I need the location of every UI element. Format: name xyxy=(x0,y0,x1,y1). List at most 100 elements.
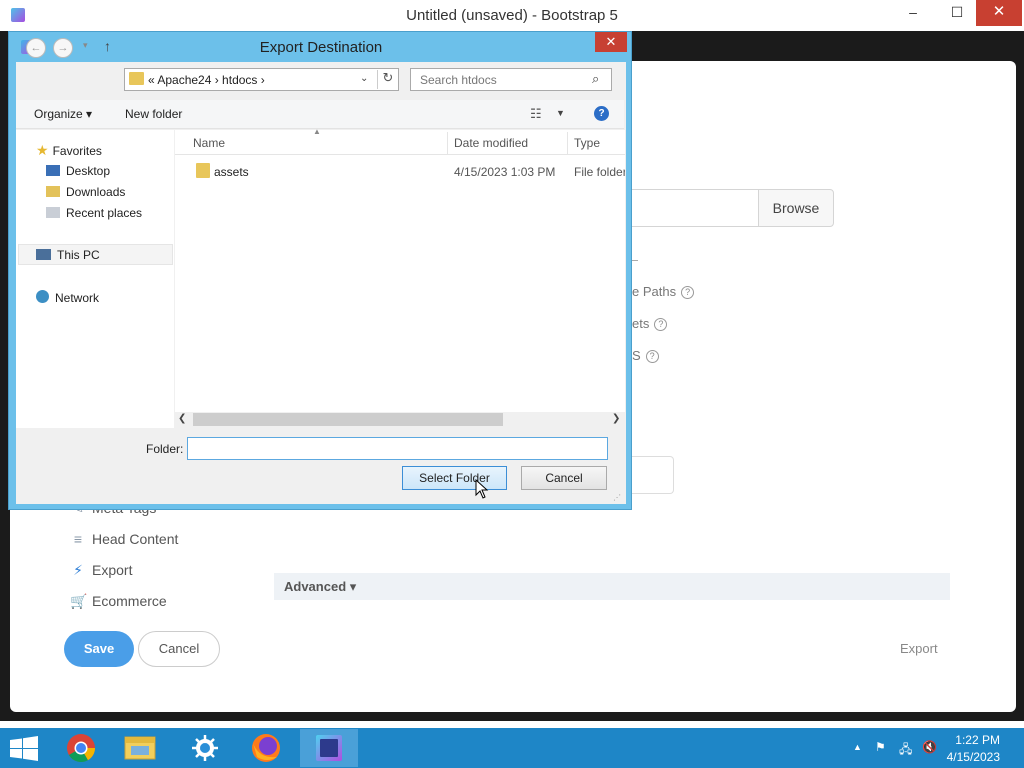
bootstrap-studio-icon xyxy=(316,735,342,761)
address-dropdown-icon[interactable]: ⌄ xyxy=(360,73,368,84)
sidebar-item-ecommerce[interactable]: 🛒 Ecommerce xyxy=(70,593,167,610)
file-explorer-icon xyxy=(124,736,156,760)
refresh-icon[interactable]: ↻ xyxy=(377,70,398,89)
bolt-icon: ⚡ xyxy=(73,562,83,578)
view-options-icon[interactable]: ☷ xyxy=(530,106,542,122)
taskbar-firefox[interactable] xyxy=(237,729,295,767)
desktop-icon xyxy=(46,165,60,176)
taskbar-chrome[interactable] xyxy=(52,729,110,767)
recent-locations-dropdown[interactable]: ▾ xyxy=(83,40,88,51)
sidebar-item-label: Head Content xyxy=(92,531,179,547)
help-icon[interactable]: ? xyxy=(594,106,609,121)
nav-label: Recent places xyxy=(66,206,143,220)
nav-label: Favorites xyxy=(52,144,102,158)
option-label: e Paths xyxy=(632,284,677,299)
advanced-section-bar[interactable] xyxy=(274,573,950,600)
help-icon[interactable]: ? xyxy=(654,318,668,332)
nav-item-recent-places[interactable]: Recent places xyxy=(46,206,142,220)
folder-input[interactable] xyxy=(187,437,608,460)
browse-button[interactable]: Browse xyxy=(758,189,834,227)
tray-expand-icon[interactable]: ▲ xyxy=(853,742,862,752)
save-button[interactable]: Save xyxy=(64,631,134,667)
help-icon[interactable]: ? xyxy=(681,286,695,300)
folder-icon xyxy=(129,72,144,85)
nav-label: Desktop xyxy=(66,164,111,178)
app-title: Untitled (unsaved) - Bootstrap 5 xyxy=(406,7,618,24)
sidebar-item-label: Export xyxy=(92,562,133,578)
view-dropdown-icon[interactable]: ▼ xyxy=(556,108,565,118)
nav-label: This PC xyxy=(57,248,100,262)
nav-item-desktop[interactable]: Desktop xyxy=(46,164,110,178)
file-name[interactable]: assets xyxy=(214,165,249,179)
option-css[interactable]: S? xyxy=(632,348,659,364)
option-label: S xyxy=(632,348,641,363)
export-path-input[interactable] xyxy=(630,189,758,227)
up-button[interactable]: ↑ xyxy=(104,38,111,54)
sort-ascending-icon: ▲ xyxy=(313,127,321,136)
advanced-label: Advanced xyxy=(284,579,347,594)
sidebar-item-export[interactable]: ⚡ Export xyxy=(70,562,132,579)
windows-start-icon[interactable] xyxy=(10,736,38,762)
taskbar-settings[interactable] xyxy=(176,729,234,767)
sidebar-item-head-content[interactable]: ≡ Head Content xyxy=(70,531,179,547)
cart-icon: 🛒 xyxy=(70,593,88,609)
scroll-right-arrow-icon[interactable]: ❯ xyxy=(612,413,620,424)
search-icon[interactable]: ⌕ xyxy=(592,71,599,87)
new-folder-button[interactable]: New folder xyxy=(125,107,182,121)
nav-label: Downloads xyxy=(66,185,126,199)
chrome-icon xyxy=(67,734,95,762)
column-separator[interactable] xyxy=(567,132,568,154)
clock-time[interactable]: 1:22 PM xyxy=(950,733,1000,747)
settings-icon xyxy=(192,735,218,761)
hidden-input-box[interactable] xyxy=(632,456,674,494)
search-placeholder: Search htdocs xyxy=(420,73,497,87)
scroll-left-arrow-icon[interactable]: ❮ xyxy=(178,413,186,424)
organize-menu[interactable]: Organize ▾ xyxy=(34,107,92,121)
option-label: ets xyxy=(632,316,650,331)
nav-label: Network xyxy=(55,291,100,305)
nav-item-downloads[interactable]: Downloads xyxy=(46,185,125,199)
dialog-close-button[interactable]: ✕ xyxy=(595,32,627,52)
taskbar-file-explorer[interactable] xyxy=(111,729,169,767)
app-close-button[interactable]: ✕ xyxy=(976,0,1022,26)
maximize-button[interactable]: ☐ xyxy=(940,0,974,26)
column-header-name[interactable]: Name xyxy=(193,136,225,150)
column-separator[interactable] xyxy=(447,132,448,154)
nav-item-this-pc[interactable]: This PC xyxy=(36,248,100,262)
back-button[interactable]: ← xyxy=(26,38,46,58)
firefox-icon xyxy=(252,734,280,762)
dialog-title: Export Destination xyxy=(259,39,383,56)
cancel-button[interactable]: Cancel xyxy=(138,631,220,667)
network-tray-icon[interactable]: 🖧 xyxy=(899,740,912,761)
resize-grip-icon[interactable]: ⋰ xyxy=(613,493,621,502)
star-icon: ★ xyxy=(36,142,49,158)
select-folder-button[interactable]: Select Folder xyxy=(402,466,507,490)
folder-icon xyxy=(196,163,210,178)
option-assets[interactable]: ets? xyxy=(632,316,668,332)
network-icon xyxy=(36,290,49,303)
file-type: File folder xyxy=(574,165,625,179)
column-header-type[interactable]: Type xyxy=(574,136,600,150)
nav-item-favorites[interactable]: ★ Favorites xyxy=(36,142,102,159)
clock-date[interactable]: 4/15/2023 xyxy=(930,750,1000,764)
divider xyxy=(632,260,638,261)
taskbar-bootstrap-studio[interactable] xyxy=(300,729,358,767)
action-center-flag-icon[interactable]: ⚑ xyxy=(875,740,886,754)
help-icon[interactable]: ? xyxy=(645,350,659,364)
nav-item-network[interactable]: Network xyxy=(36,290,99,305)
dialog-cancel-button[interactable]: Cancel xyxy=(521,466,607,490)
sidebar-item-label: Ecommerce xyxy=(92,593,167,609)
downloads-folder-icon xyxy=(46,186,60,197)
column-header-row xyxy=(175,130,625,155)
address-path[interactable]: « Apache24 › htdocs › xyxy=(148,73,265,87)
lines-icon: ≡ xyxy=(73,531,83,547)
advanced-toggle[interactable]: Advanced ▾ xyxy=(284,579,356,595)
minimize-button[interactable]: – xyxy=(896,0,930,26)
file-date: 4/15/2023 1:03 PM xyxy=(454,165,556,179)
option-relative-paths[interactable]: e Paths? xyxy=(632,284,695,300)
export-button[interactable]: Export xyxy=(900,641,938,656)
scrollbar-thumb[interactable] xyxy=(193,413,503,426)
forward-button[interactable]: → xyxy=(53,38,73,58)
mouse-cursor-icon xyxy=(475,479,489,499)
column-header-date-modified[interactable]: Date modified xyxy=(454,136,528,150)
